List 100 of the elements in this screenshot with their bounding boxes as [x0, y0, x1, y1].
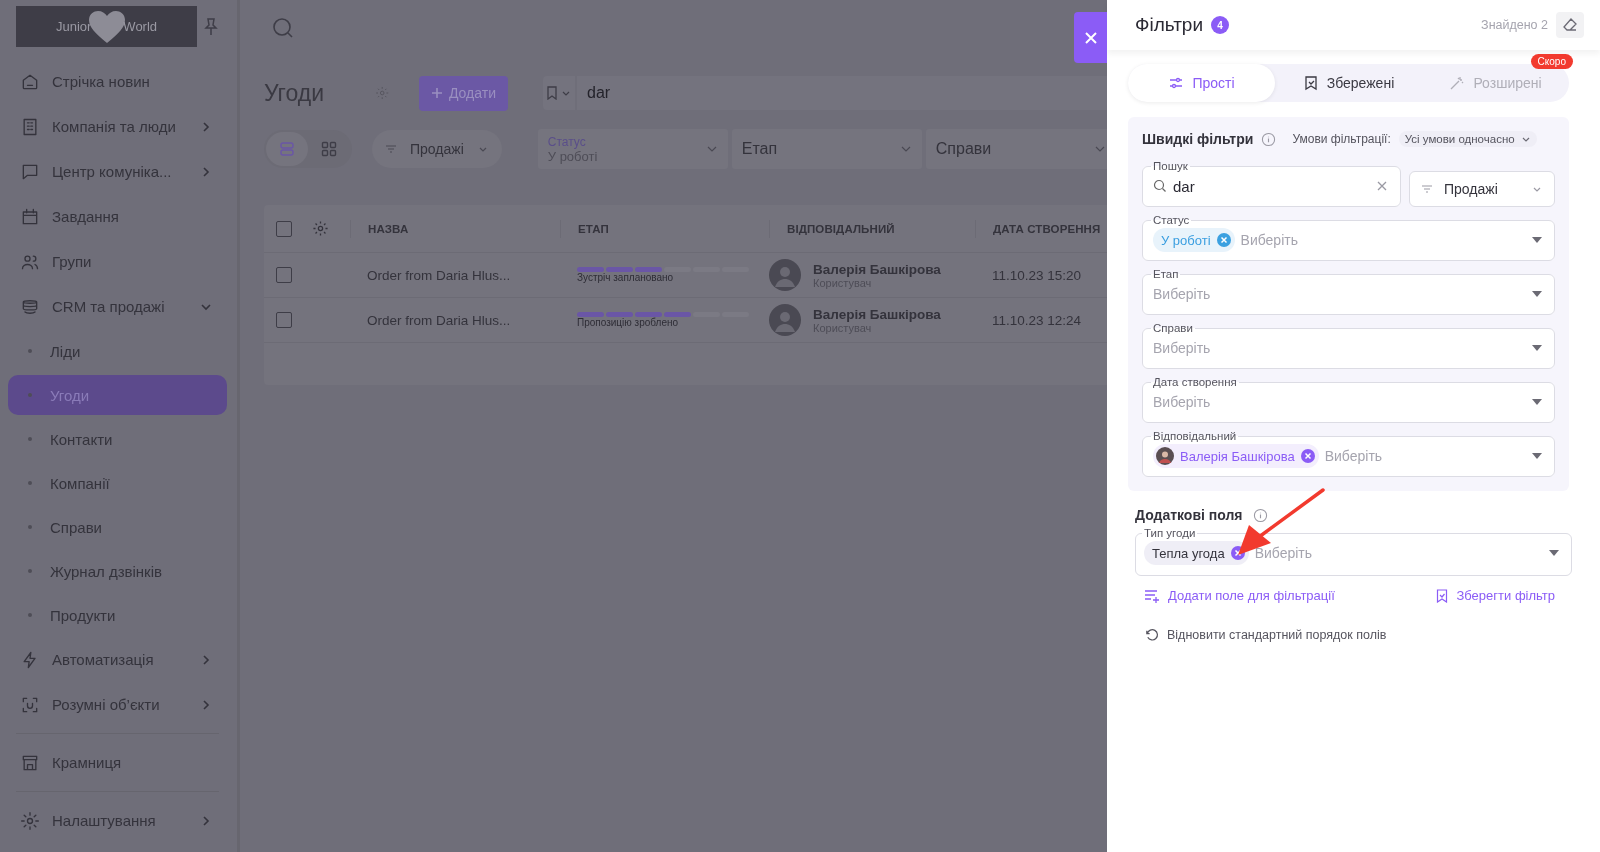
field-label: Пошук — [1152, 160, 1189, 172]
checkbox[interactable] — [276, 220, 292, 237]
caret-icon — [1532, 399, 1542, 405]
bookmark-icon — [1436, 588, 1449, 603]
search-value: dar — [1173, 177, 1195, 195]
column-header[interactable]: НАЗВА — [350, 219, 560, 238]
selected-tag: Валерія Башкірова — [1153, 444, 1319, 468]
search-field[interactable]: dar — [577, 76, 1107, 110]
logo-text: World — [123, 19, 158, 34]
add-field-link[interactable]: Додати поле для фільтрації — [1144, 588, 1335, 603]
settings-icon[interactable] — [374, 84, 389, 102]
results-count: Знайдено 2 — [1481, 18, 1548, 32]
filter-dropdown[interactable]: Етап — [731, 129, 922, 169]
field-label: Відповідальний — [1152, 430, 1238, 442]
section-title: Швидкі фільтри — [1142, 131, 1254, 147]
condition-dropdown[interactable]: Усі умови одночасно — [1398, 131, 1537, 147]
caret-icon — [1532, 237, 1542, 243]
grid-icon — [321, 141, 337, 157]
plus-icon — [431, 87, 443, 99]
select-field[interactable]: Справи Виберіть — [1142, 322, 1555, 369]
bookmark-dropdown[interactable] — [542, 76, 575, 110]
person-name: Валерія Башкірова — [813, 306, 941, 322]
field-label: Статус — [1152, 214, 1191, 226]
person-name: Валерія Башкірова — [813, 261, 941, 277]
tab[interactable]: Прості — [1128, 64, 1275, 102]
avatar — [769, 259, 801, 291]
nav-item[interactable]: Завдання — [8, 194, 227, 239]
remove-icon[interactable] — [1216, 233, 1231, 247]
tab[interactable]: Збережені — [1275, 64, 1422, 102]
eraser-icon — [1562, 17, 1578, 33]
caret-icon — [1532, 291, 1542, 297]
placeholder: Виберіть — [1153, 394, 1212, 410]
filter-dropdown[interactable]: Справи — [925, 129, 1107, 169]
checkbox[interactable] — [276, 312, 292, 328]
settings-icon[interactable] — [312, 220, 329, 237]
nav-subitem[interactable]: Журнал дзвінків — [8, 551, 227, 591]
select-field[interactable]: Тип угоди Тепла угода Виберіть — [1135, 527, 1572, 576]
nav-subitem[interactable]: Компанії — [8, 463, 227, 503]
column-header[interactable]: ЕТАП — [560, 219, 769, 238]
avatar — [769, 304, 801, 336]
sliders-icon — [1168, 75, 1185, 91]
pipeline-dropdown[interactable]: Продажі — [372, 130, 502, 168]
close-icon — [1083, 30, 1098, 45]
filter-label: Справи — [935, 140, 993, 158]
gear-icon — [20, 810, 40, 831]
caret-icon — [1532, 453, 1542, 459]
soon-badge: Скоро — [1530, 54, 1573, 69]
field-label: Дата створення — [1152, 376, 1238, 388]
pipeline-dropdown[interactable]: Продажі — [1409, 171, 1555, 207]
placeholder: Виберіть — [1240, 232, 1299, 248]
stage-label: Зустріч заплановано — [577, 272, 674, 283]
logo-text: Junior — [55, 19, 92, 34]
select-field[interactable]: Етап Виберіть — [1142, 268, 1555, 315]
search-field[interactable]: Пошук dar — [1142, 160, 1401, 207]
nav-item[interactable]: Крамниця — [8, 740, 227, 785]
nav-subitem[interactable]: Продукти — [8, 595, 227, 635]
select-field[interactable]: Відповідальний Валерія Башкірова Виберіть — [1142, 430, 1555, 477]
stage-label: Пропозицію зроблено — [577, 317, 679, 328]
select-field[interactable]: Дата створення Виберіть — [1142, 376, 1555, 423]
calendar-icon — [20, 206, 40, 227]
count-badge: 4 — [1211, 16, 1230, 34]
close-button[interactable] — [1074, 12, 1107, 63]
field-label: Справи — [1152, 322, 1194, 334]
page-title: Угоди — [264, 79, 325, 107]
save-filter-link[interactable]: Зберегти фільтр — [1436, 588, 1555, 603]
condition-label: Умови фільтрації: — [1292, 132, 1391, 146]
filter-icon — [1422, 185, 1432, 193]
info-icon[interactable] — [1252, 507, 1268, 523]
select-field[interactable]: Статус У роботі Виберіть — [1142, 214, 1555, 261]
caret-icon — [1549, 550, 1559, 556]
clear-icon[interactable] — [1376, 180, 1388, 192]
pin-icon[interactable] — [203, 17, 219, 36]
search-icon — [1153, 179, 1167, 193]
date-cell-text: 11.10.23 12:24 — [991, 312, 1083, 328]
bookmark-icon — [546, 86, 559, 100]
nav-item[interactable]: Стрічка новин — [8, 59, 227, 104]
magic-wand-icon — [1449, 75, 1466, 91]
nav-item[interactable]: CRM та продажі — [8, 284, 227, 329]
nav-subitem[interactable]: Контакти — [8, 419, 227, 459]
restore-link[interactable]: Відновити стандартний порядок полів — [1144, 627, 1569, 642]
search-icon[interactable] — [272, 16, 294, 39]
checkbox[interactable] — [276, 267, 292, 283]
undo-icon — [1144, 627, 1159, 642]
deal-name[interactable]: Order from Daria Hlus... — [350, 312, 560, 328]
info-icon[interactable] — [1261, 131, 1277, 147]
nav-item[interactable]: Автоматизація — [8, 637, 227, 682]
nav-item[interactable]: Компанія та люди — [8, 104, 227, 149]
clear-filters-button[interactable] — [1556, 12, 1584, 38]
column-header[interactable]: ВІДПОВІДАЛЬНИЙ — [769, 219, 975, 238]
nav-item[interactable]: Налаштування — [8, 798, 227, 843]
panel-title: Фільтри — [1135, 14, 1204, 36]
section-title: Додаткові поля — [1135, 507, 1243, 523]
nav-subitem[interactable]: Ліди — [8, 331, 227, 371]
nav-item[interactable]: Центр комуніка... — [8, 149, 227, 194]
avatar — [1156, 447, 1174, 465]
nav-subitem[interactable]: Справи — [8, 507, 227, 547]
remove-icon[interactable] — [1300, 449, 1315, 463]
nav-item[interactable]: Розумні об’єкти — [8, 682, 227, 727]
nav-item[interactable]: Групи — [8, 239, 227, 284]
deal-name[interactable]: Order from Daria Hlus... — [350, 267, 560, 283]
